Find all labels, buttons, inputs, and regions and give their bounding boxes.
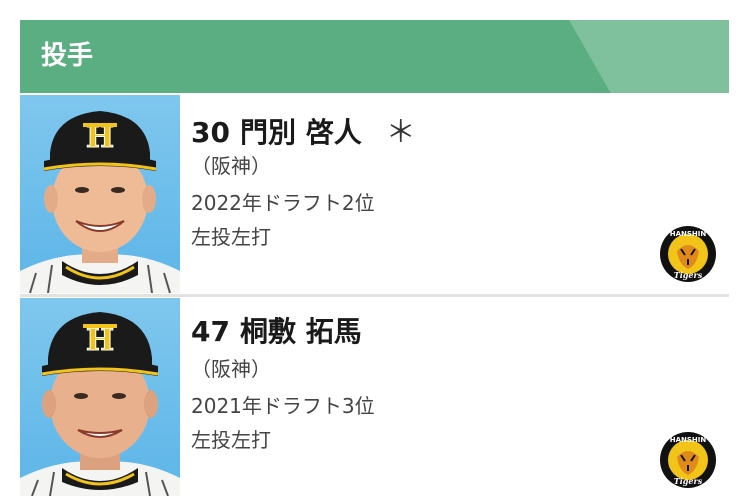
team-logo-icon: HANSHIN Tigers: [659, 431, 717, 489]
player-throws-bats: 左投左打: [191, 428, 271, 452]
logo-text-top: HANSHIN: [670, 436, 707, 444]
player-photo: H: [20, 298, 180, 496]
logo-text-bottom: Tigers: [674, 270, 703, 280]
player-team: （阪神）: [191, 154, 271, 178]
player-number: 30: [191, 116, 230, 149]
player-name-text: 門別 啓人: [239, 116, 362, 149]
player-card[interactable]: H 30 門別 啓人 ＊ （阪神） 2022年ドラフト2位 左投左打 HANSHIN…: [20, 95, 729, 293]
row-divider: [20, 294, 729, 297]
section-header: 投手: [20, 20, 729, 93]
player-draft: 2021年ドラフト3位: [191, 394, 375, 418]
player-name-text: 桐敷 拓馬: [239, 315, 362, 348]
player-draft: 2022年ドラフト2位: [191, 191, 375, 215]
section-title: 投手: [41, 41, 94, 71]
player-team: （阪神）: [191, 357, 271, 381]
asterisk-mark: ＊: [385, 115, 416, 150]
header-stripe: [569, 20, 729, 93]
logo-text-top: HANSHIN: [670, 230, 707, 238]
logo-text-bottom: Tigers: [674, 476, 703, 486]
team-logo-icon: HANSHIN Tigers: [659, 225, 717, 283]
player-name[interactable]: 30 門別 啓人 ＊: [191, 107, 416, 151]
player-portrait-image: H: [20, 312, 180, 496]
player-portrait-image: H: [20, 111, 180, 293]
player-number: 47: [191, 315, 230, 348]
player-card[interactable]: H 47 桐敷 拓馬 （阪神） 2021年ドラフト3位 左投左打 HANSHIN …: [20, 298, 729, 496]
player-throws-bats: 左投左打: [191, 225, 271, 249]
svg-text:H: H: [86, 323, 114, 358]
player-photo: H: [20, 95, 180, 293]
player-name[interactable]: 47 桐敷 拓馬: [191, 310, 362, 350]
